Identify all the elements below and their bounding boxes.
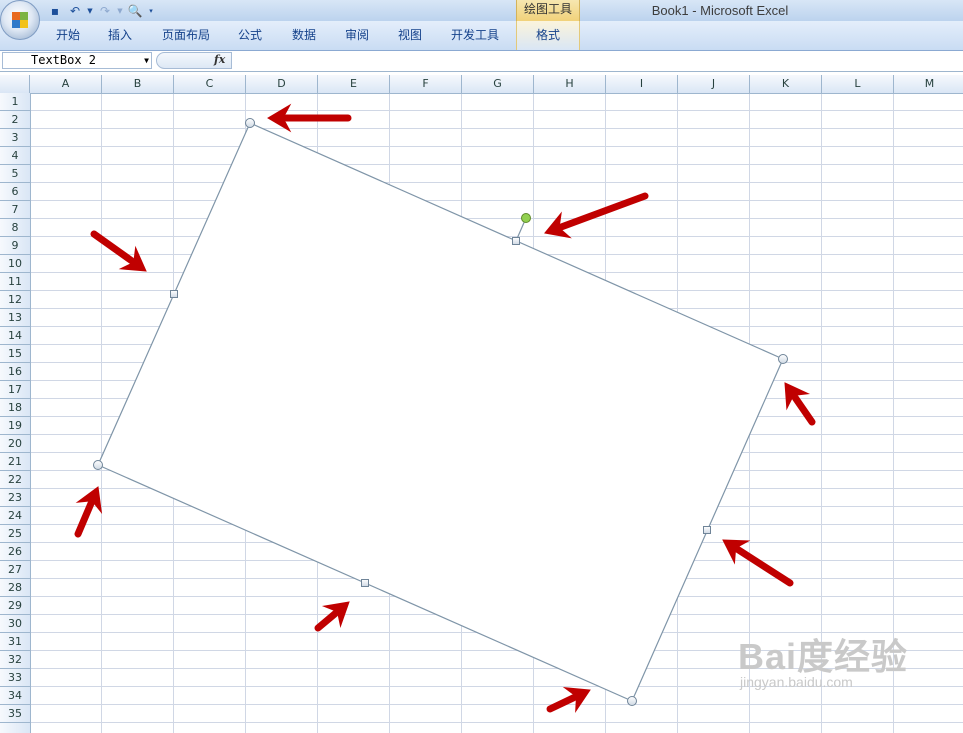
office-logo-icon [12,12,28,28]
annotation-arrow-shaft [558,192,649,231]
annotation-arrow-shaft [791,394,816,426]
annotation-arrow-shaft [734,546,794,587]
text-box-shape[interactable] [97,122,784,702]
corner-handle-bottom-left[interactable] [93,460,103,470]
office-button[interactable] [0,0,40,40]
corner-handle-bottom-right[interactable] [627,696,637,706]
drawing-layer [74,103,816,713]
watermark-brand: Bai度经验 [738,636,909,677]
annotation-arrow-shaft [314,610,339,632]
side-handle-top[interactable] [512,237,520,245]
side-handle-left[interactable] [170,290,178,298]
side-handle-right[interactable] [703,526,711,534]
rotation-handle[interactable] [521,213,531,223]
annotation-arrow-shaft [74,500,95,538]
annotation-arrow-shaft [546,694,578,713]
corner-handle-top-right[interactable] [778,354,788,364]
side-handle-bottom[interactable] [361,579,369,587]
annotation-arrow-shaft [90,230,135,265]
corner-handle-top-left[interactable] [245,118,255,128]
watermark: Bai度经验 jingyan.baidu.com [738,628,908,690]
